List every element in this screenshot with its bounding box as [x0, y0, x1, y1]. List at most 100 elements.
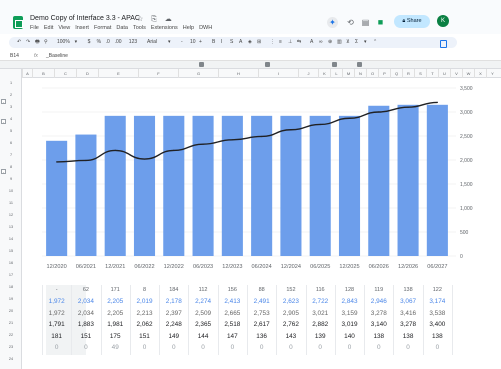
row-number[interactable]: 18: [4, 285, 18, 289]
toolbar-item[interactable]: .0: [106, 37, 110, 48]
row-number[interactable]: 5: [4, 129, 18, 133]
toolbar-item[interactable]: ∞: [319, 37, 323, 48]
column-header-v[interactable]: V: [450, 69, 462, 78]
toolbar-item[interactable]: ⋮: [270, 37, 275, 48]
column-header-x[interactable]: X: [474, 69, 486, 78]
table-cell[interactable]: 138: [418, 331, 456, 342]
column-header-u[interactable]: U: [438, 69, 450, 78]
toolbar-item[interactable]: ⊥: [288, 37, 292, 48]
column-header-f[interactable]: F: [138, 69, 178, 78]
menu-extensions[interactable]: Extensions: [151, 25, 178, 31]
toolbar-item[interactable]: A: [239, 37, 242, 48]
toolbar-item[interactable]: ⇆: [297, 37, 301, 48]
menu-file[interactable]: File: [30, 25, 39, 31]
group-toggle-icon[interactable]: [332, 62, 337, 67]
row-number[interactable]: 10: [4, 189, 18, 193]
row-number[interactable]: 12: [4, 213, 18, 217]
menu-tools[interactable]: Tools: [133, 25, 146, 31]
bar[interactable]: [163, 115, 185, 256]
menu-dwh[interactable]: DWH: [199, 25, 212, 31]
row-number[interactable]: 24: [4, 357, 18, 361]
column-header-a[interactable]: A: [22, 69, 32, 78]
toolbar-item[interactable]: 10: [190, 37, 196, 48]
name-box[interactable]: B14: [10, 51, 19, 61]
row-number[interactable]: 15: [4, 249, 18, 253]
toolbar-item[interactable]: ▾: [364, 37, 367, 48]
row-number[interactable]: 14: [4, 237, 18, 241]
bar[interactable]: [309, 115, 331, 256]
bar[interactable]: [104, 115, 126, 256]
row-number[interactable]: 1: [4, 81, 18, 85]
toolbar-item[interactable]: B: [212, 37, 215, 48]
toolbar-item[interactable]: ⌃: [373, 37, 377, 48]
bar[interactable]: [368, 105, 390, 256]
gemini-icon[interactable]: ✦: [327, 17, 338, 28]
column-header-e[interactable]: E: [98, 69, 138, 78]
row-number[interactable]: 11: [4, 201, 18, 205]
column-header-k[interactable]: K: [318, 69, 330, 78]
column-header-c[interactable]: C: [54, 69, 76, 78]
column-header-d[interactable]: D: [76, 69, 98, 78]
toolbar-item[interactable]: 123: [129, 37, 137, 48]
bar[interactable]: [397, 104, 419, 256]
menu-help[interactable]: Help: [183, 25, 194, 31]
toolbar-item[interactable]: ⊻: [346, 37, 350, 48]
toolbar-item[interactable]: A: [310, 37, 313, 48]
column-header-p[interactable]: P: [378, 69, 390, 78]
row-number[interactable]: 13: [4, 225, 18, 229]
meet-icon[interactable]: ■: [375, 17, 386, 28]
bar[interactable]: [133, 115, 156, 256]
row-number[interactable]: 9: [4, 177, 18, 181]
bar[interactable]: [75, 134, 97, 256]
toolbar-item[interactable]: Arial: [147, 37, 157, 48]
document-title[interactable]: Demo Copy of Interface 3.3 - APAC: [30, 15, 140, 22]
bar[interactable]: [192, 115, 214, 256]
formula-input[interactable]: _Baseline: [46, 51, 68, 61]
comment-icon[interactable]: ▤: [360, 17, 371, 28]
toolbar-item[interactable]: $: [88, 37, 91, 48]
group-toggle-icon[interactable]: [357, 62, 362, 67]
bar[interactable]: [426, 104, 448, 256]
column-header-n[interactable]: N: [354, 69, 366, 78]
bar[interactable]: [221, 115, 243, 256]
sheets-logo-icon[interactable]: [13, 16, 23, 29]
bar[interactable]: [46, 140, 68, 256]
toolbar-item[interactable]: .00: [115, 37, 122, 48]
toolbar-item[interactable]: S: [230, 37, 233, 48]
history-icon[interactable]: ⟲: [345, 17, 356, 28]
column-header-r[interactable]: R: [402, 69, 414, 78]
row-group-toggle-icon[interactable]: -: [1, 99, 6, 104]
toolbar-item[interactable]: ⊕: [328, 37, 332, 48]
row-number[interactable]: 21: [4, 321, 18, 325]
table-cell[interactable]: 0: [418, 342, 456, 353]
menu-insert[interactable]: Insert: [75, 25, 89, 31]
toolbar-item[interactable]: 100%: [57, 37, 70, 48]
column-header-t[interactable]: T: [426, 69, 438, 78]
menu-view[interactable]: View: [58, 25, 70, 31]
column-header-q[interactable]: Q: [390, 69, 402, 78]
toolbar-item[interactable]: ▾: [75, 37, 78, 48]
column-header-w[interactable]: W: [462, 69, 474, 78]
table-cell[interactable]: 3,400: [418, 319, 456, 330]
row-number[interactable]: 23: [4, 345, 18, 349]
group-toggle-icon[interactable]: [199, 62, 204, 67]
toolbar-item[interactable]: ◈: [248, 37, 252, 48]
column-header-o[interactable]: O: [366, 69, 378, 78]
table-cell[interactable]: 122: [418, 285, 456, 296]
menu-edit[interactable]: Edit: [44, 25, 53, 31]
row-number[interactable]: 19: [4, 297, 18, 301]
toolbar-item[interactable]: ▥: [337, 37, 342, 48]
toolbar-item[interactable]: ↷: [26, 37, 30, 48]
toolbar-item[interactable]: I: [221, 37, 222, 48]
toolbar-item[interactable]: -: [181, 37, 183, 48]
toolbar-item[interactable]: %: [97, 37, 101, 48]
row-number[interactable]: 6: [4, 141, 18, 145]
column-header-b[interactable]: B: [32, 69, 54, 78]
share-button[interactable]: 🔒︎ Share: [394, 15, 430, 28]
toolbar-item[interactable]: Σ: [355, 37, 358, 48]
bar[interactable]: [338, 115, 361, 256]
toolbar-item[interactable]: 🖶: [35, 37, 40, 48]
group-toggle-icon[interactable]: [265, 62, 270, 67]
table-cell[interactable]: 3,538: [418, 308, 456, 319]
menu-format[interactable]: Format: [94, 25, 111, 31]
